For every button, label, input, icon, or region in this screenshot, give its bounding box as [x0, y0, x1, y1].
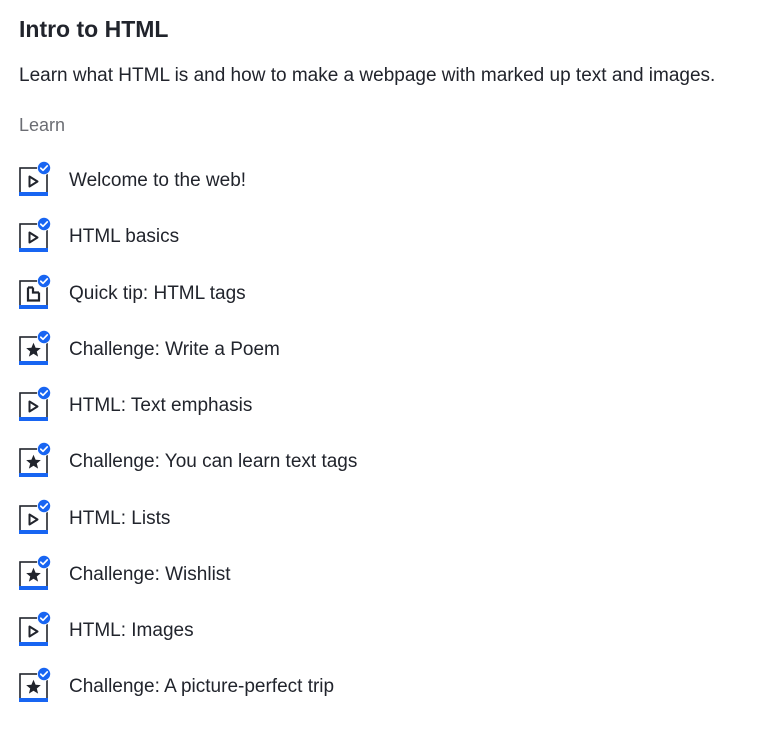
lesson-item[interactable]: Challenge: You can learn text tags — [19, 434, 769, 490]
lesson-item[interactable]: HTML: Lists — [19, 491, 769, 547]
lesson-item[interactable]: Challenge: A picture-perfect trip — [19, 659, 769, 715]
challenge-star-icon — [19, 667, 51, 703]
video-icon — [19, 386, 51, 422]
unit-description: Learn what HTML is and how to make a web… — [19, 65, 716, 86]
video-icon — [19, 498, 51, 535]
lesson-item[interactable]: Challenge: Write a Poem — [19, 322, 769, 378]
lesson-label: Quick tip: HTML tags — [69, 282, 246, 304]
unit-title: Intro to HTML — [19, 16, 169, 42]
unit-container: Intro to HTML Learn what HTML is and how… — [0, 0, 769, 716]
lesson-item[interactable]: HTML basics — [19, 209, 769, 265]
lesson-item[interactable]: Challenge: Wishlist — [19, 547, 769, 603]
lesson-label: HTML basics — [69, 226, 180, 248]
article-icon — [19, 273, 51, 310]
lesson-item[interactable]: HTML: Text emphasis — [19, 378, 769, 434]
video-icon — [19, 161, 51, 197]
lesson-item[interactable]: Welcome to the web! — [19, 153, 769, 209]
lesson-label: HTML: Images — [69, 620, 194, 642]
lesson-label: HTML: Text emphasis — [69, 395, 253, 417]
lesson-item[interactable]: Quick tip: HTML tags — [19, 266, 769, 322]
lesson-label: Challenge: A picture-perfect trip — [69, 676, 335, 698]
lesson-item[interactable]: HTML: Images — [19, 603, 769, 659]
section-label-learn: Learn — [19, 115, 66, 135]
lesson-label: Challenge: Wishlist — [69, 563, 231, 585]
challenge-star-icon — [19, 554, 51, 591]
video-icon — [19, 217, 51, 253]
lesson-label: Welcome to the web! — [69, 170, 247, 192]
lesson-list: Welcome to the web! HTML basics Quick tip:… — [19, 153, 769, 716]
lesson-label: HTML: Lists — [69, 507, 171, 529]
challenge-star-icon — [19, 329, 51, 366]
video-icon — [19, 611, 51, 647]
challenge-star-icon — [19, 442, 51, 478]
lesson-label: Challenge: Write a Poem — [69, 338, 280, 360]
lesson-label: Challenge: You can learn text tags — [69, 451, 358, 473]
